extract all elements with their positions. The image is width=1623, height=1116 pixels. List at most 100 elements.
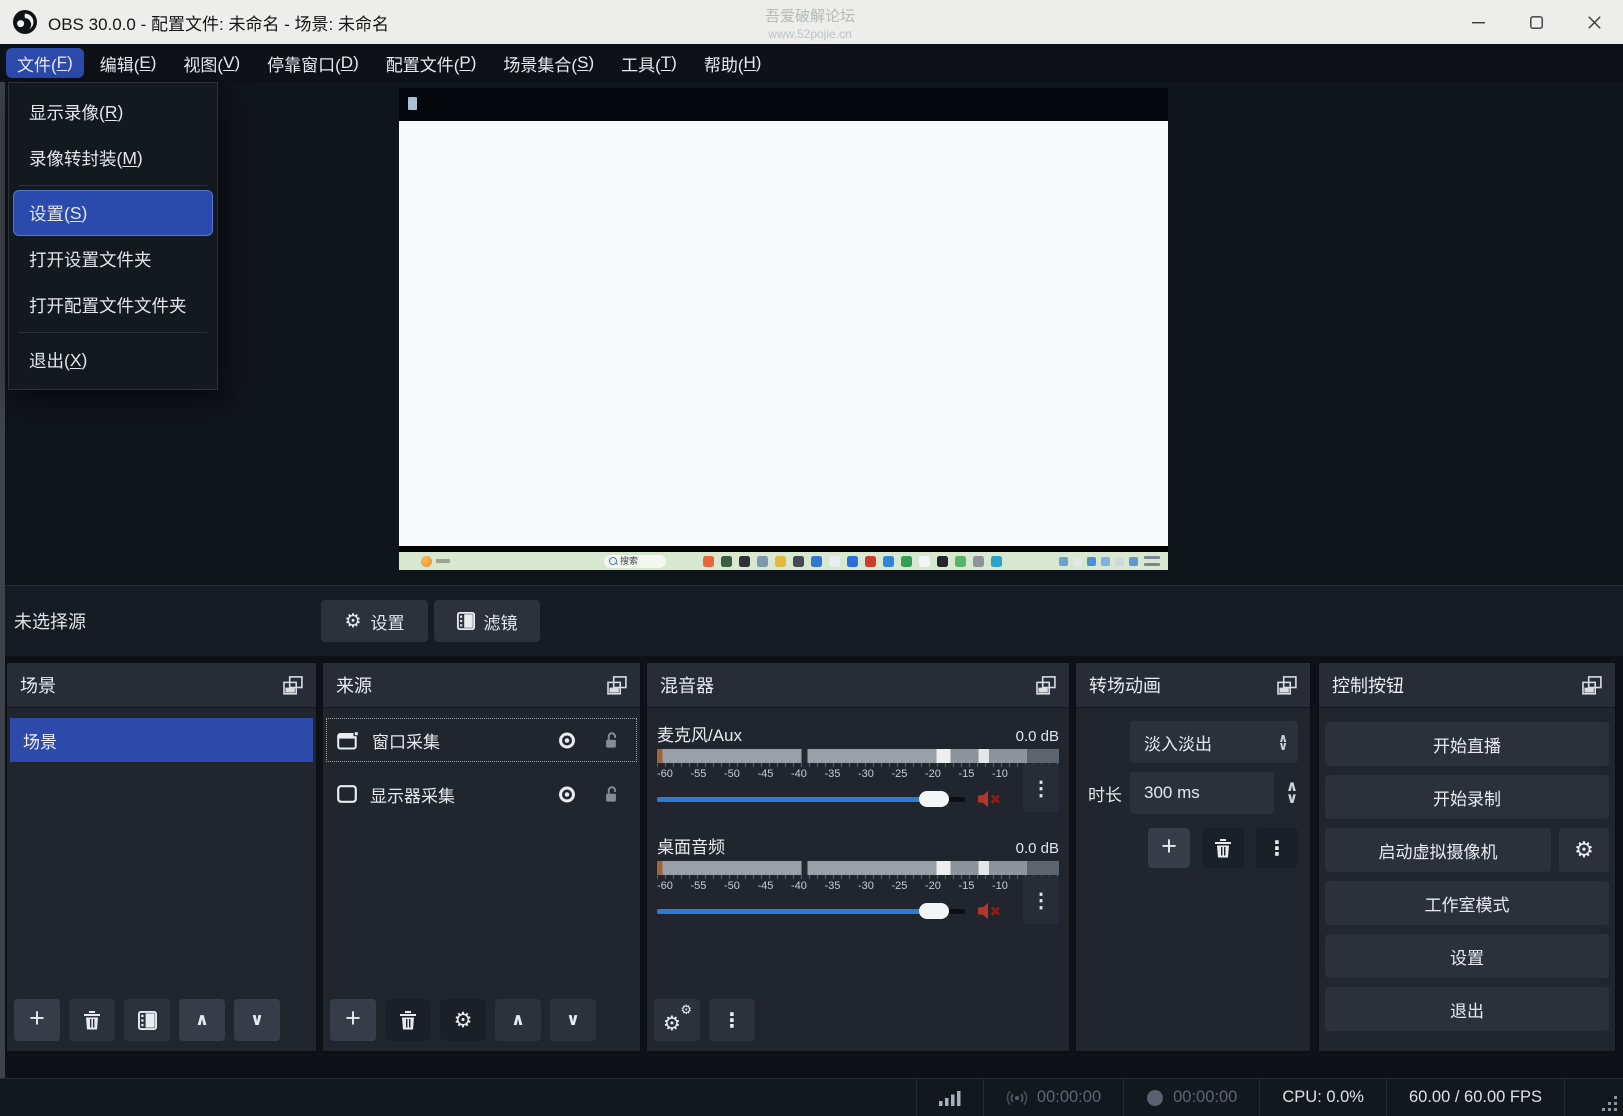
add-scene-button[interactable]: + bbox=[14, 999, 60, 1041]
chevron-up-icon: ∧ bbox=[511, 1010, 525, 1030]
popout-icon[interactable] bbox=[607, 676, 627, 695]
taskbar-app-icons bbox=[699, 556, 1005, 567]
remove-scene-button[interactable] bbox=[69, 999, 115, 1041]
popout-icon[interactable] bbox=[1036, 676, 1056, 695]
source-toolbar: 未选择源 ⚙ 设置 滤镜 bbox=[0, 585, 1623, 656]
chevron-down-icon: ∨ bbox=[566, 1010, 580, 1030]
menu-separator bbox=[19, 185, 207, 186]
virtual-camera-settings-button[interactable]: ⚙ bbox=[1559, 828, 1609, 872]
source-down-button[interactable]: ∨ bbox=[550, 999, 596, 1041]
search-icon bbox=[609, 557, 617, 565]
menu-item-exit[interactable]: 退出(X) bbox=[13, 337, 213, 383]
advanced-audio-button[interactable]: ⚙⚙ bbox=[654, 999, 700, 1041]
remove-transition-button[interactable] bbox=[1202, 828, 1244, 868]
visibility-eye-icon[interactable] bbox=[556, 784, 578, 805]
transition-select[interactable]: 淡入淡出 ∧∨ bbox=[1130, 721, 1298, 763]
record-time: 00:00:00 bbox=[1173, 1088, 1237, 1107]
transition-kebab-menu[interactable]: ⋮ bbox=[1256, 828, 1298, 868]
resize-grip[interactable] bbox=[1601, 1095, 1617, 1111]
source-row-display-capture[interactable]: 显示器采集 bbox=[326, 772, 637, 816]
window-edge bbox=[0, 82, 5, 1078]
source-filters-button[interactable]: 滤镜 bbox=[434, 600, 540, 642]
menu-bar: 文件(F) 编辑(E) 视图(V) 停靠窗口(D) 配置文件(P) 场景集合(S… bbox=[0, 44, 1623, 82]
menu-separator bbox=[19, 332, 207, 333]
volume-slider-handle[interactable] bbox=[919, 903, 949, 919]
start-streaming-button[interactable]: 开始直播 bbox=[1325, 722, 1609, 766]
menu-edit[interactable]: 编辑(E) bbox=[89, 48, 168, 78]
remove-source-button[interactable] bbox=[385, 999, 431, 1041]
scene-item[interactable]: 场景 bbox=[10, 718, 313, 762]
menu-tools[interactable]: 工具(T) bbox=[610, 48, 688, 78]
menu-profile[interactable]: 配置文件(P) bbox=[375, 48, 488, 78]
sources-dock-header[interactable]: 来源 bbox=[323, 663, 640, 708]
mixer-dock-header[interactable]: 混音器 bbox=[647, 663, 1069, 708]
popout-icon[interactable] bbox=[1277, 676, 1297, 695]
mixer-title: 混音器 bbox=[660, 672, 714, 698]
weather-icon bbox=[421, 556, 432, 567]
settings-button[interactable]: 设置 bbox=[1325, 934, 1609, 978]
controls-dock-header[interactable]: 控制按钮 bbox=[1319, 663, 1615, 708]
duration-spinbox[interactable]: 300 ms bbox=[1130, 772, 1274, 814]
maximize-button[interactable] bbox=[1507, 0, 1565, 44]
spinner-arrows-icon[interactable]: ∧∨ bbox=[1286, 781, 1298, 805]
add-transition-button[interactable]: + bbox=[1148, 828, 1190, 868]
scene-filters-button[interactable] bbox=[124, 999, 170, 1041]
obs-logo-icon bbox=[12, 9, 38, 35]
volume-slider[interactable] bbox=[657, 789, 965, 809]
gear-icon: ⚙ bbox=[454, 1008, 473, 1033]
source-properties-button[interactable]: ⚙ 设置 bbox=[321, 600, 428, 642]
gear-icon: ⚙ bbox=[1574, 837, 1594, 862]
close-icon[interactable] bbox=[1565, 0, 1623, 44]
visibility-eye-icon[interactable] bbox=[556, 730, 578, 751]
lock-icon[interactable] bbox=[602, 784, 620, 805]
scenes-title: 场景 bbox=[20, 672, 56, 698]
taskbar-clock bbox=[1144, 556, 1160, 566]
menu-item-show-recordings[interactable]: 显示录像(R) bbox=[13, 89, 213, 135]
statusbar-end bbox=[1564, 1079, 1623, 1116]
mute-speaker-icon[interactable] bbox=[975, 788, 1003, 810]
scene-down-button[interactable]: ∨ bbox=[234, 999, 280, 1041]
channel-kebab-menu[interactable]: ⋮ bbox=[1023, 876, 1059, 924]
chevron-up-icon: ∧ bbox=[195, 1010, 209, 1030]
volume-slider[interactable] bbox=[657, 901, 965, 921]
volume-slider-handle[interactable] bbox=[919, 791, 949, 807]
scene-up-button[interactable]: ∧ bbox=[179, 999, 225, 1041]
source-row-window-capture[interactable]: 窗口采集 bbox=[326, 718, 637, 762]
display-capture-icon bbox=[337, 785, 357, 803]
mixer-channel-desktop: 桌面音频 0.0 dB -60-55-50-45-40-35-30-25-20-… bbox=[657, 833, 1059, 921]
fps-indicator: 60.00 / 60.00 FPS bbox=[1386, 1079, 1564, 1116]
source-properties-gear-button[interactable]: ⚙ bbox=[440, 999, 486, 1041]
scenes-dock-header[interactable]: 场景 bbox=[7, 663, 316, 708]
menu-file[interactable]: 文件(F) bbox=[6, 48, 84, 78]
mute-speaker-icon[interactable] bbox=[975, 900, 1003, 922]
source-up-button[interactable]: ∧ bbox=[495, 999, 541, 1041]
menu-item-show-settings-folder[interactable]: 打开设置文件夹 bbox=[13, 236, 213, 282]
meter-ruler bbox=[657, 875, 1059, 879]
menu-item-remux-recordings[interactable]: 录像转封装(M) bbox=[13, 135, 213, 181]
menu-item-settings[interactable]: 设置(S) bbox=[13, 190, 213, 236]
start-recording-button[interactable]: 开始录制 bbox=[1325, 775, 1609, 819]
add-source-button[interactable]: + bbox=[330, 999, 376, 1041]
chevron-down-icon: ∨ bbox=[250, 1010, 264, 1030]
scenes-list: 场景 bbox=[7, 708, 316, 995]
audio-mixer-dock: 混音器 麦克风/Aux 0.0 dB -60-55-50-45-40-35-30… bbox=[646, 662, 1070, 1052]
menu-item-show-profile-folder[interactable]: 打开配置文件文件夹 bbox=[13, 282, 213, 328]
menu-view[interactable]: 视图(V) bbox=[172, 48, 251, 78]
menu-docks[interactable]: 停靠窗口(D) bbox=[256, 48, 370, 78]
start-virtual-camera-button[interactable]: 启动虚拟摄像机 bbox=[1325, 828, 1551, 872]
popout-icon[interactable] bbox=[1582, 676, 1602, 695]
channel-kebab-menu[interactable]: ⋮ bbox=[1023, 764, 1059, 812]
studio-mode-button[interactable]: 工作室模式 bbox=[1325, 881, 1609, 925]
mixer-kebab-menu[interactable]: ⋮ bbox=[709, 999, 755, 1041]
window-controls bbox=[1449, 0, 1623, 44]
minimize-button[interactable] bbox=[1449, 0, 1507, 44]
popout-icon[interactable] bbox=[283, 676, 303, 695]
lock-icon[interactable] bbox=[602, 730, 620, 751]
transitions-dock-header[interactable]: 转场动画 bbox=[1076, 663, 1310, 708]
menu-scene-collection[interactable]: 场景集合(S) bbox=[492, 48, 605, 78]
exit-button[interactable]: 退出 bbox=[1325, 987, 1609, 1031]
preview-canvas[interactable]: 搜索 bbox=[399, 88, 1168, 570]
menu-help[interactable]: 帮助(H) bbox=[693, 48, 773, 78]
captured-window-body bbox=[399, 121, 1168, 546]
gear-icon: ⚙ bbox=[344, 612, 361, 631]
